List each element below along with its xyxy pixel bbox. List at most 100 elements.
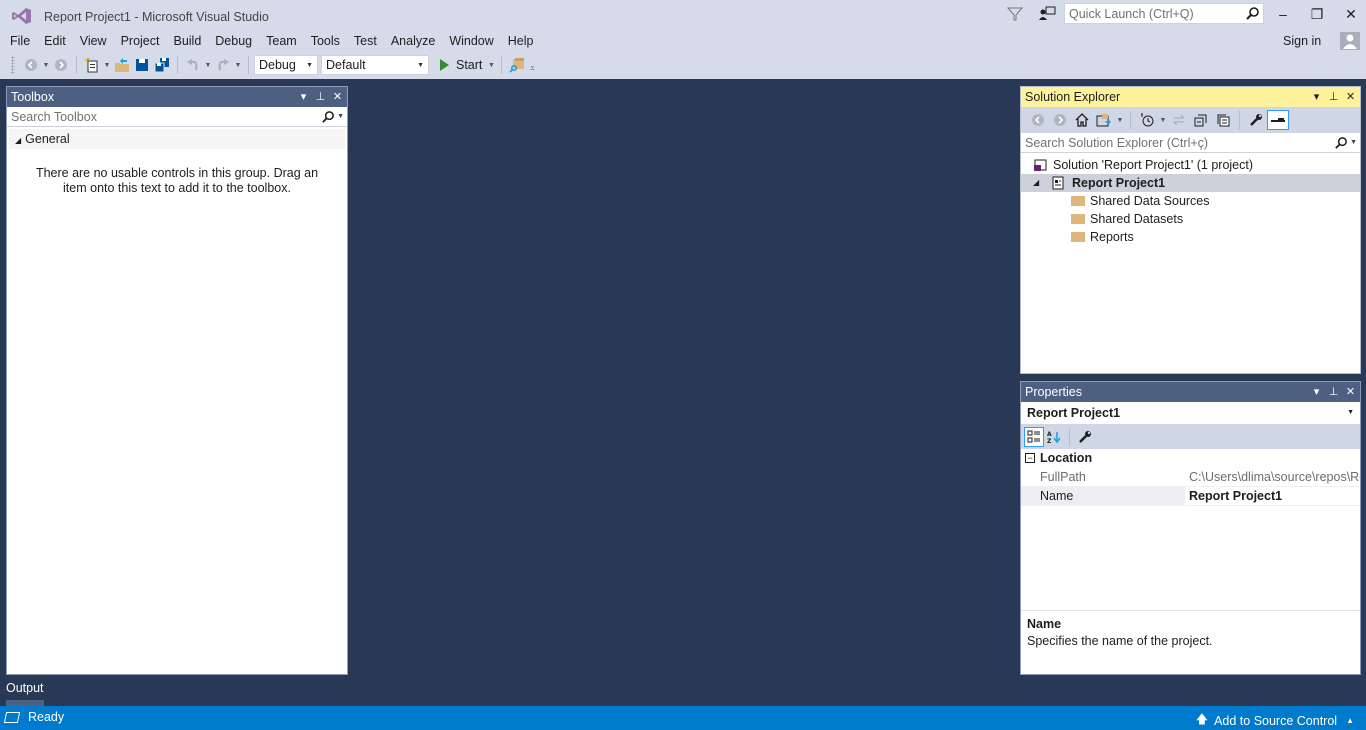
tree-item-shared-datasets[interactable]: Shared Datasets <box>1021 210 1360 228</box>
collapse-all-button[interactable] <box>1190 110 1212 130</box>
quick-launch-box[interactable] <box>1064 3 1264 24</box>
categorized-button[interactable] <box>1024 426 1044 447</box>
switch-views-dropdown[interactable]: ▼ <box>1115 110 1125 130</box>
tree-item-label: Shared Datasets <box>1090 212 1184 226</box>
alphabetical-button[interactable]: AZ <box>1044 427 1064 447</box>
menu-view[interactable]: View <box>73 32 114 50</box>
property-value[interactable]: Report Project1 <box>1185 487 1360 506</box>
property-row-name[interactable]: Name Report Project1 <box>1021 487 1360 506</box>
open-file-button[interactable] <box>112 55 132 75</box>
find-in-files-button[interactable] <box>507 55 527 75</box>
properties-header[interactable]: Properties ▾ ⊥ ✕ <box>1021 382 1360 402</box>
start-dropdown[interactable]: ▼ <box>486 55 496 75</box>
pin-icon[interactable]: ⊥ <box>1328 87 1339 107</box>
status-bar: Ready 🡅 Add to Source Control ▲ <box>0 706 1366 730</box>
standard-toolbar: ▼ ▼ ▼ ▼ Debug ▼ Default ▼ Start ▼ ⩡ <box>0 53 570 77</box>
close-button[interactable]: ✕ <box>1336 4 1366 24</box>
toolbar-overflow-button[interactable]: ⩡ <box>527 55 537 75</box>
menu-help[interactable]: Help <box>501 32 541 50</box>
property-category-location[interactable]: − Location <box>1021 449 1360 468</box>
redo-button[interactable] <box>213 55 233 75</box>
switch-views-button[interactable] <box>1093 110 1115 130</box>
toolbox-group-general[interactable]: ◢ General <box>9 129 345 149</box>
search-options-dropdown[interactable]: ▼ <box>1350 135 1357 151</box>
search-icon[interactable] <box>321 110 335 124</box>
pin-icon[interactable]: ⊥ <box>1328 382 1339 402</box>
notifications-filter-icon[interactable] <box>1007 6 1023 22</box>
tree-item-shared-data-sources[interactable]: Shared Data Sources <box>1021 192 1360 210</box>
toolbox-header[interactable]: Toolbox ▾ ⊥ ✕ <box>7 87 347 107</box>
back-button[interactable] <box>21 55 41 75</box>
show-all-files-button[interactable] <box>1212 110 1234 130</box>
tree-item-solution[interactable]: Solution 'Report Project1' (1 project) <box>1021 156 1360 174</box>
tree-item-project[interactable]: ◢ Report Project1 <box>1021 174 1360 192</box>
solution-explorer-search[interactable]: ▼ <box>1021 133 1360 153</box>
pending-changes-filter-button[interactable] <box>1136 110 1158 130</box>
property-pages-button[interactable] <box>1075 427 1095 447</box>
restore-button[interactable]: ❐ <box>1302 4 1332 24</box>
property-row-fullpath[interactable]: FullPath C:\Users\dlima\source\repos\Re <box>1021 468 1360 487</box>
solution-platform-select[interactable]: Default ▼ <box>321 55 429 75</box>
undo-button[interactable] <box>183 55 203 75</box>
home-button[interactable] <box>1071 110 1093 130</box>
menu-file[interactable]: File <box>0 32 37 50</box>
pin-icon[interactable]: ⊥ <box>315 87 326 107</box>
feedback-icon[interactable] <box>1038 6 1056 22</box>
window-position-dropdown-icon[interactable]: ▾ <box>1311 382 1322 402</box>
se-back-button[interactable] <box>1027 110 1049 130</box>
forward-button[interactable] <box>51 55 71 75</box>
undo-dropdown[interactable]: ▼ <box>203 55 213 75</box>
start-button[interactable]: Start <box>432 55 486 75</box>
quick-launch-input[interactable] <box>1065 4 1241 23</box>
menu-window[interactable]: Window <box>442 32 500 50</box>
preview-selected-items-button[interactable] <box>1267 110 1289 130</box>
add-to-source-control-button[interactable]: 🡅 Add to Source Control ▲ <box>1196 710 1354 730</box>
back-dropdown[interactable]: ▼ <box>41 55 51 75</box>
properties-button[interactable] <box>1245 110 1267 130</box>
menu-team[interactable]: Team <box>259 32 304 50</box>
se-forward-button[interactable] <box>1049 110 1071 130</box>
tree-item-reports[interactable]: Reports <box>1021 228 1360 246</box>
menu-build[interactable]: Build <box>166 32 208 50</box>
minimize-icon: – <box>1279 6 1287 22</box>
search-icon[interactable] <box>1245 6 1260 21</box>
solution-configuration-select[interactable]: Debug ▼ <box>254 55 318 75</box>
search-icon[interactable] <box>1334 136 1348 150</box>
menu-tools[interactable]: Tools <box>304 32 347 50</box>
forward-icon <box>55 59 67 71</box>
output-tab[interactable]: Output <box>6 681 44 695</box>
sync-with-active-document-button[interactable] <box>1168 110 1190 130</box>
new-project-dropdown[interactable]: ▼ <box>102 55 112 75</box>
expanded-triangle-icon[interactable]: ◢ <box>1033 174 1039 192</box>
save-button[interactable] <box>132 55 152 75</box>
toolbox-search[interactable]: ▼ <box>7 107 347 127</box>
sign-in-link[interactable]: Sign in <box>1283 34 1321 48</box>
toolbox-search-input[interactable] <box>7 107 307 126</box>
menu-project[interactable]: Project <box>114 32 167 50</box>
window-position-dropdown-icon[interactable]: ▾ <box>1311 87 1322 107</box>
search-options-dropdown[interactable]: ▼ <box>337 109 344 125</box>
save-all-button[interactable] <box>152 55 172 75</box>
menu-debug[interactable]: Debug <box>208 32 259 50</box>
pending-changes-dropdown[interactable]: ▼ <box>1158 110 1168 130</box>
window-position-dropdown-icon[interactable]: ▾ <box>298 87 309 107</box>
chevron-down-icon: ▼ <box>417 62 424 69</box>
account-avatar-icon[interactable] <box>1340 32 1360 50</box>
collapse-icon[interactable]: − <box>1025 453 1035 463</box>
menu-analyze[interactable]: Analyze <box>384 32 442 50</box>
property-description: Name Specifies the name of the project. <box>1021 610 1360 674</box>
close-icon[interactable]: ✕ <box>332 87 343 107</box>
menu-test[interactable]: Test <box>347 32 384 50</box>
redo-dropdown[interactable]: ▼ <box>233 55 243 75</box>
tree-item-label: Report Project1 <box>1072 176 1166 190</box>
toolbar-grip[interactable] <box>11 56 15 74</box>
close-icon[interactable]: ✕ <box>1345 382 1356 402</box>
new-project-button[interactable] <box>82 55 102 75</box>
object-selector[interactable]: Report Project1 ▼ <box>1021 402 1360 424</box>
menu-edit[interactable]: Edit <box>37 32 73 50</box>
solution-explorer-header[interactable]: Solution Explorer ▾ ⊥ ✕ <box>1021 87 1360 107</box>
solution-explorer-search-input[interactable] <box>1021 133 1320 152</box>
close-icon[interactable]: ✕ <box>1345 87 1356 107</box>
minimize-button[interactable]: – <box>1268 4 1298 24</box>
solution-explorer-title: Solution Explorer <box>1025 90 1121 104</box>
